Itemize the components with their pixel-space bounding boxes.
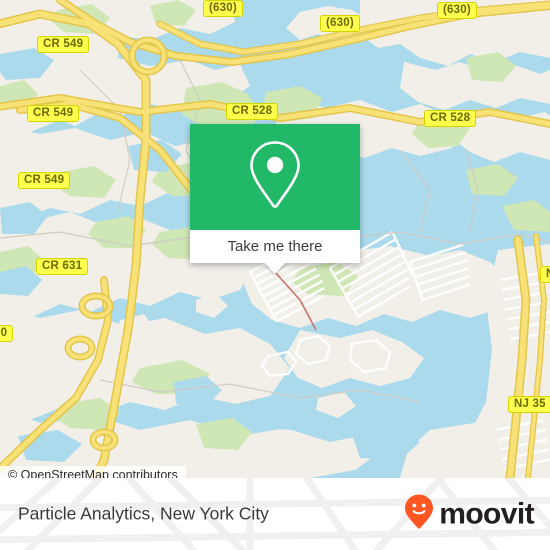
card-green-panel — [190, 124, 360, 230]
road-shield-20-clipped: 20 — [0, 325, 14, 342]
road-shield-nj-clipped: N — [540, 266, 550, 283]
road-shield-cr549-a: CR 549 — [37, 36, 90, 53]
road-shield-cr549-b: CR 549 — [27, 105, 80, 122]
moovit-wordmark: moovit — [439, 497, 534, 530]
road-shield-630-a: (630) — [203, 0, 243, 17]
card-pointer-tail — [265, 263, 285, 274]
road-shield-cr549-c: CR 549 — [18, 172, 71, 189]
road-shield-cr528-a: CR 528 — [226, 103, 279, 120]
road-shield-630-b: (630) — [320, 15, 360, 32]
take-me-there-label: Take me there — [227, 238, 323, 255]
moovit-smiley-pin-icon — [404, 494, 434, 535]
take-me-there-card[interactable]: Take me there — [190, 124, 360, 274]
moovit-brand[interactable]: moovit — [404, 494, 535, 535]
moovit-map-card-screen: (630) (630) (630) CR 549 CR 549 CR 549 CR 528 C… — [0, 0, 550, 550]
road-shield-nj35: NJ 35 — [508, 396, 550, 413]
road-shield-cr631: CR 631 — [36, 258, 89, 275]
page-title: Particle Analytics, New York City — [18, 503, 269, 524]
footer-bar: Particle Analytics, New York City moovit — [0, 478, 550, 550]
road-shield-cr528-b: CR 528 — [424, 110, 477, 127]
map-pin-icon — [247, 140, 303, 215]
road-shield-630-c: (630) — [437, 2, 477, 19]
card-action-bar[interactable]: Take me there — [190, 230, 360, 274]
